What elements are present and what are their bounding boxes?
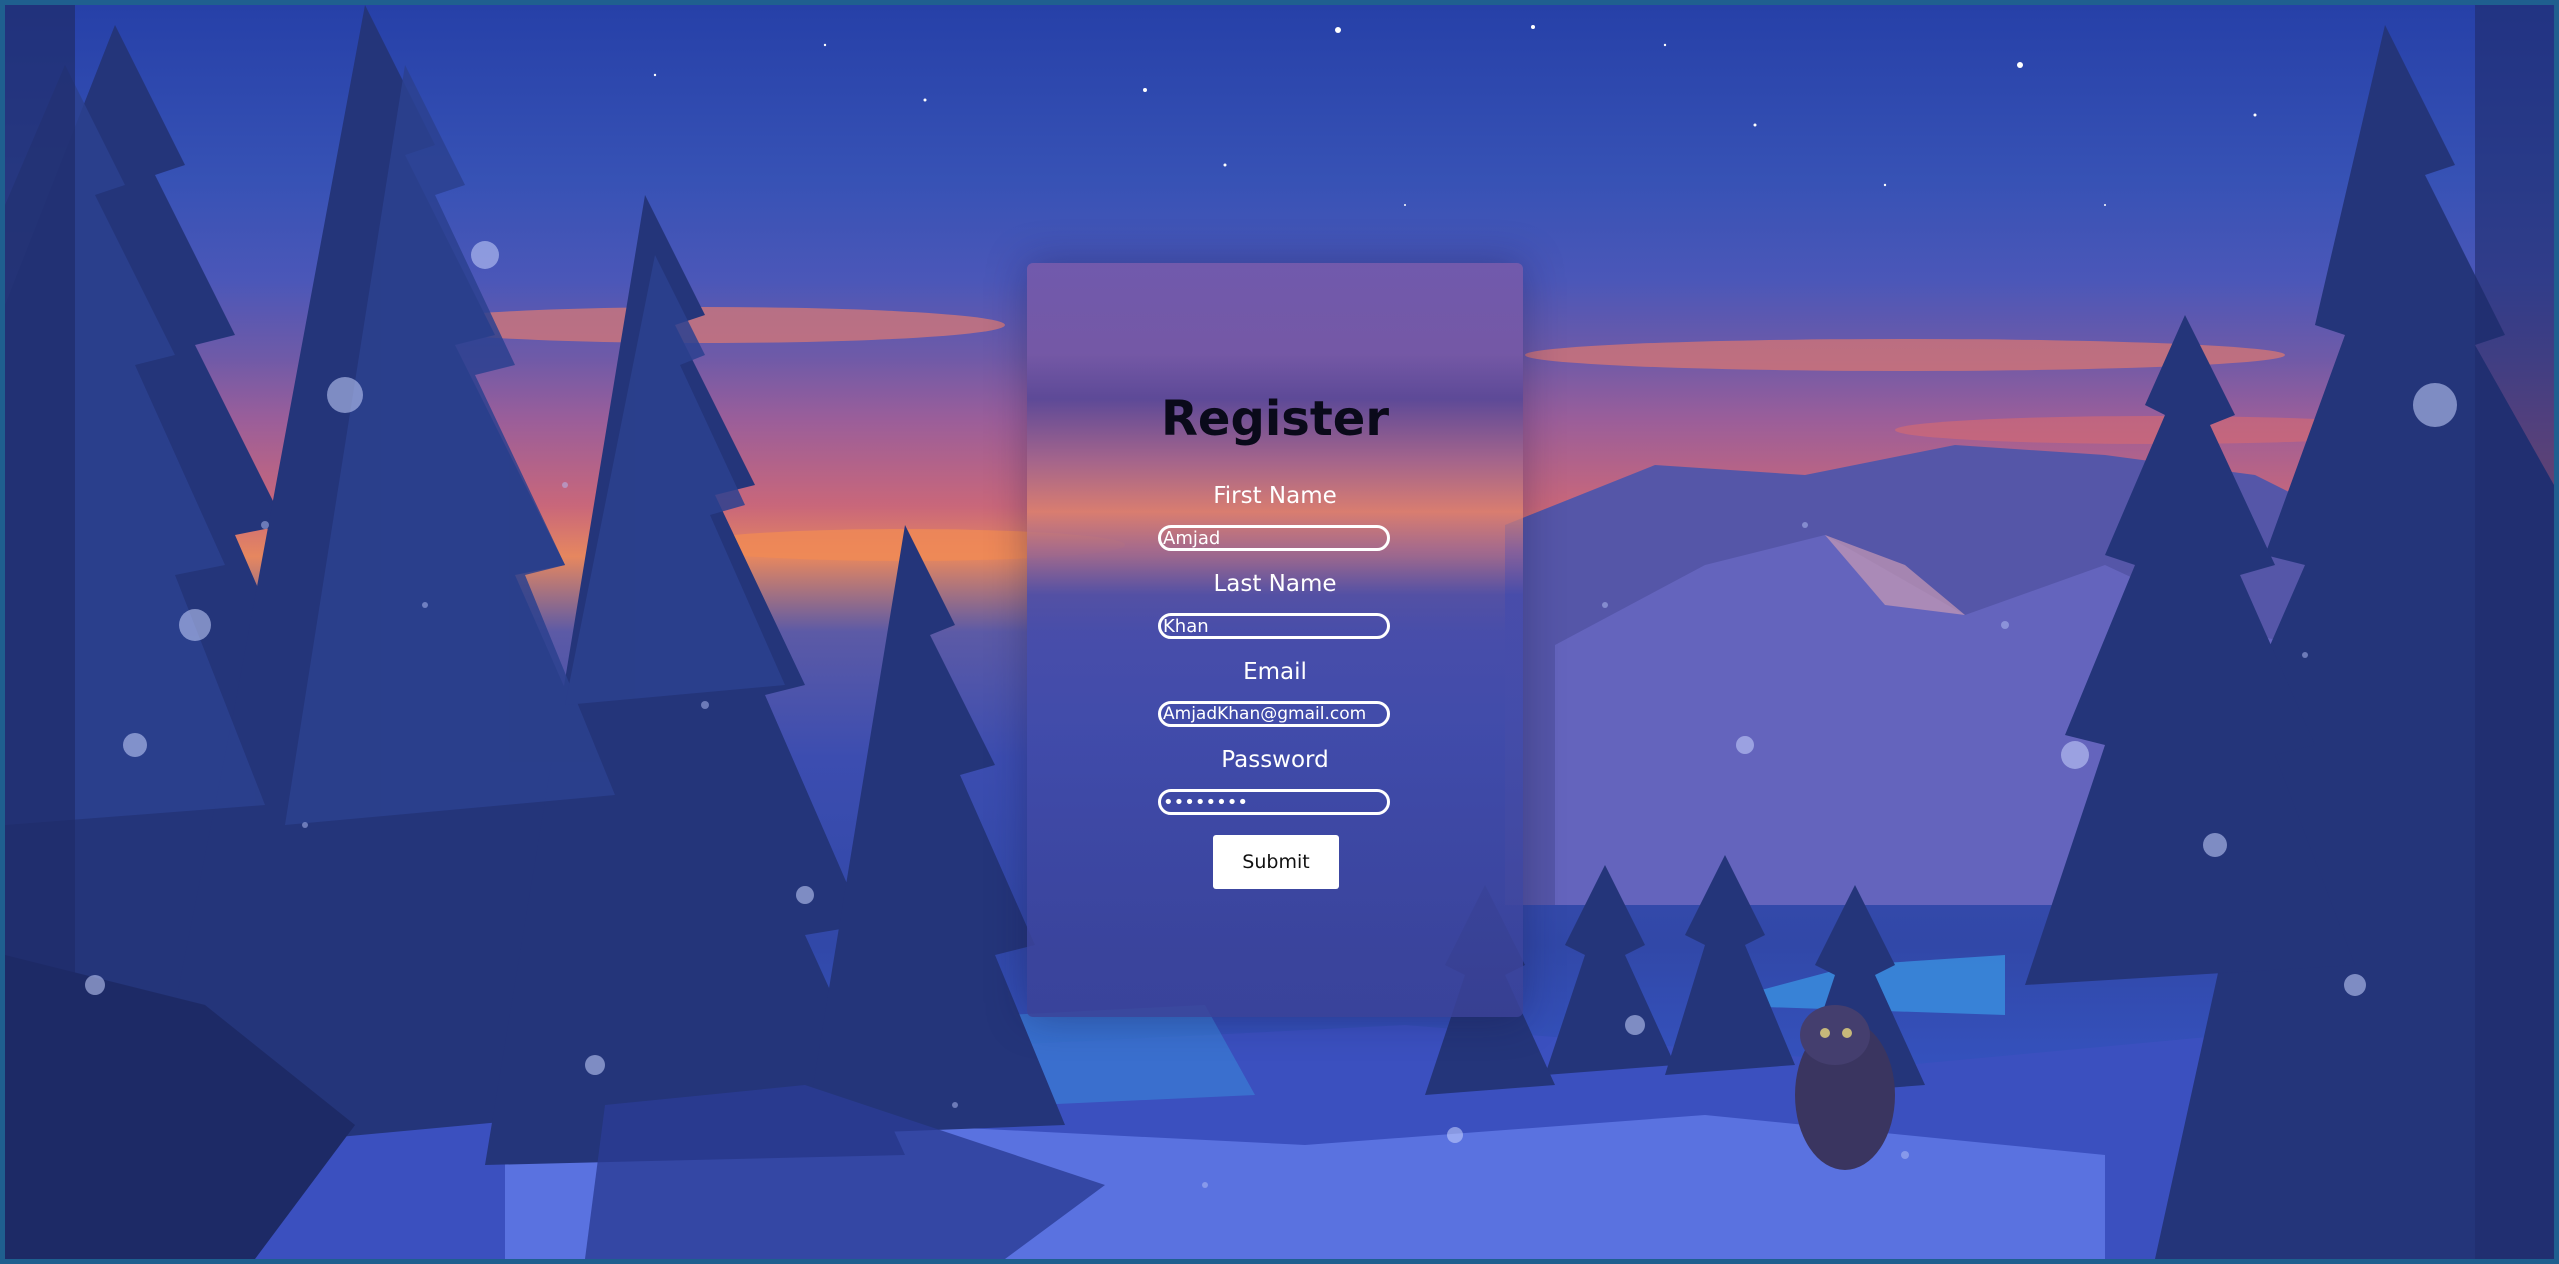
email-input[interactable] — [1158, 701, 1390, 727]
register-card: Register First Name Last Name Email Pass… — [1027, 263, 1523, 1017]
last-name-label: Last Name — [1213, 571, 1337, 597]
register-title: Register — [1160, 391, 1390, 447]
browser-viewport: Register First Name Last Name Email Pass… — [0, 0, 2559, 1264]
password-label: Password — [1221, 747, 1329, 773]
last-name-input[interactable] — [1158, 613, 1390, 639]
submit-button[interactable]: Submit — [1213, 835, 1339, 889]
first-name-label: First Name — [1213, 483, 1337, 509]
first-name-input[interactable] — [1158, 525, 1390, 551]
email-label: Email — [1243, 659, 1307, 685]
password-input[interactable] — [1158, 789, 1390, 815]
